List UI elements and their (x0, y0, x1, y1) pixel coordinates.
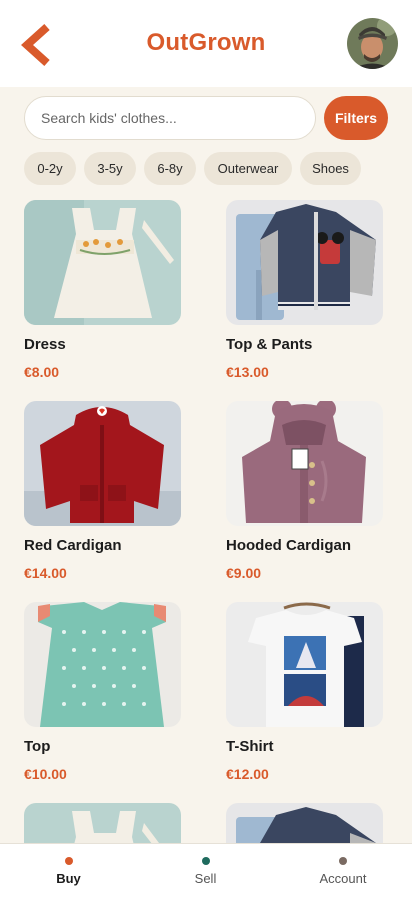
chip-3-5y[interactable]: 3-5y (84, 152, 136, 185)
product-price: €13.00 (226, 364, 269, 380)
product-card[interactable]: T-Shirt €12.00 (226, 602, 383, 782)
avatar[interactable] (347, 18, 398, 69)
product-photo-red-cardigan[interactable] (24, 401, 181, 526)
product-card[interactable]: Dress €8.00 (24, 200, 181, 380)
product-name: Top (24, 738, 51, 755)
filters-button[interactable]: Filters (324, 96, 388, 140)
product-grid: Dress €8.00 Top & Pants €13.00 Red Cardi… (0, 200, 412, 843)
buy-dot-icon (64, 857, 73, 865)
product-name: Dress (24, 336, 66, 353)
product-photo-top[interactable] (24, 602, 181, 727)
product-card[interactable] (24, 803, 181, 843)
app-header: OutGrown (0, 0, 412, 87)
product-card[interactable]: Top €10.00 (24, 602, 181, 782)
chip-shoes[interactable]: Shoes (300, 152, 361, 185)
chip-6-8y[interactable]: 6-8y (144, 152, 196, 185)
product-card[interactable]: Hooded Cardigan €9.00 (226, 401, 383, 581)
product-price: €8.00 (24, 364, 60, 380)
nav-label: Account (319, 871, 367, 886)
product-photo-top-pants[interactable] (226, 200, 383, 325)
product-card[interactable] (226, 803, 383, 843)
product-card[interactable]: Red Cardigan €14.00 (24, 401, 181, 581)
nav-sell[interactable]: Sell (137, 844, 274, 917)
product-photo-hooded-cardigan[interactable] (226, 401, 383, 526)
nav-label: Sell (194, 871, 217, 886)
bottom-nav: Buy Sell Account (0, 843, 412, 917)
sell-dot-icon (201, 857, 210, 865)
product-photo-top-pants[interactable] (226, 803, 383, 843)
product-price: €10.00 (24, 766, 67, 782)
product-card[interactable]: Top & Pants €13.00 (226, 200, 383, 380)
product-photo-dress[interactable] (24, 200, 181, 325)
nav-label: Buy (56, 871, 81, 886)
search-input[interactable] (24, 96, 316, 140)
chip-outerwear[interactable]: Outerwear (204, 152, 292, 185)
product-name: Hooded Cardigan (226, 537, 352, 554)
product-name: Top & Pants (226, 336, 313, 353)
account-dot-icon (339, 857, 347, 865)
product-photo-dress[interactable] (24, 803, 181, 843)
product-name: T-Shirt (226, 738, 274, 755)
product-price: €12.00 (226, 766, 269, 782)
nav-account[interactable]: Account (274, 844, 412, 917)
product-price: €14.00 (24, 565, 67, 581)
product-name: Red Cardigan (24, 537, 122, 554)
nav-buy[interactable]: Buy (0, 844, 137, 917)
product-photo-t-shirt[interactable] (226, 602, 383, 727)
chip-0-2y[interactable]: 0-2y (24, 152, 76, 185)
search-row: Filters (24, 96, 388, 140)
product-price: €9.00 (226, 565, 262, 581)
